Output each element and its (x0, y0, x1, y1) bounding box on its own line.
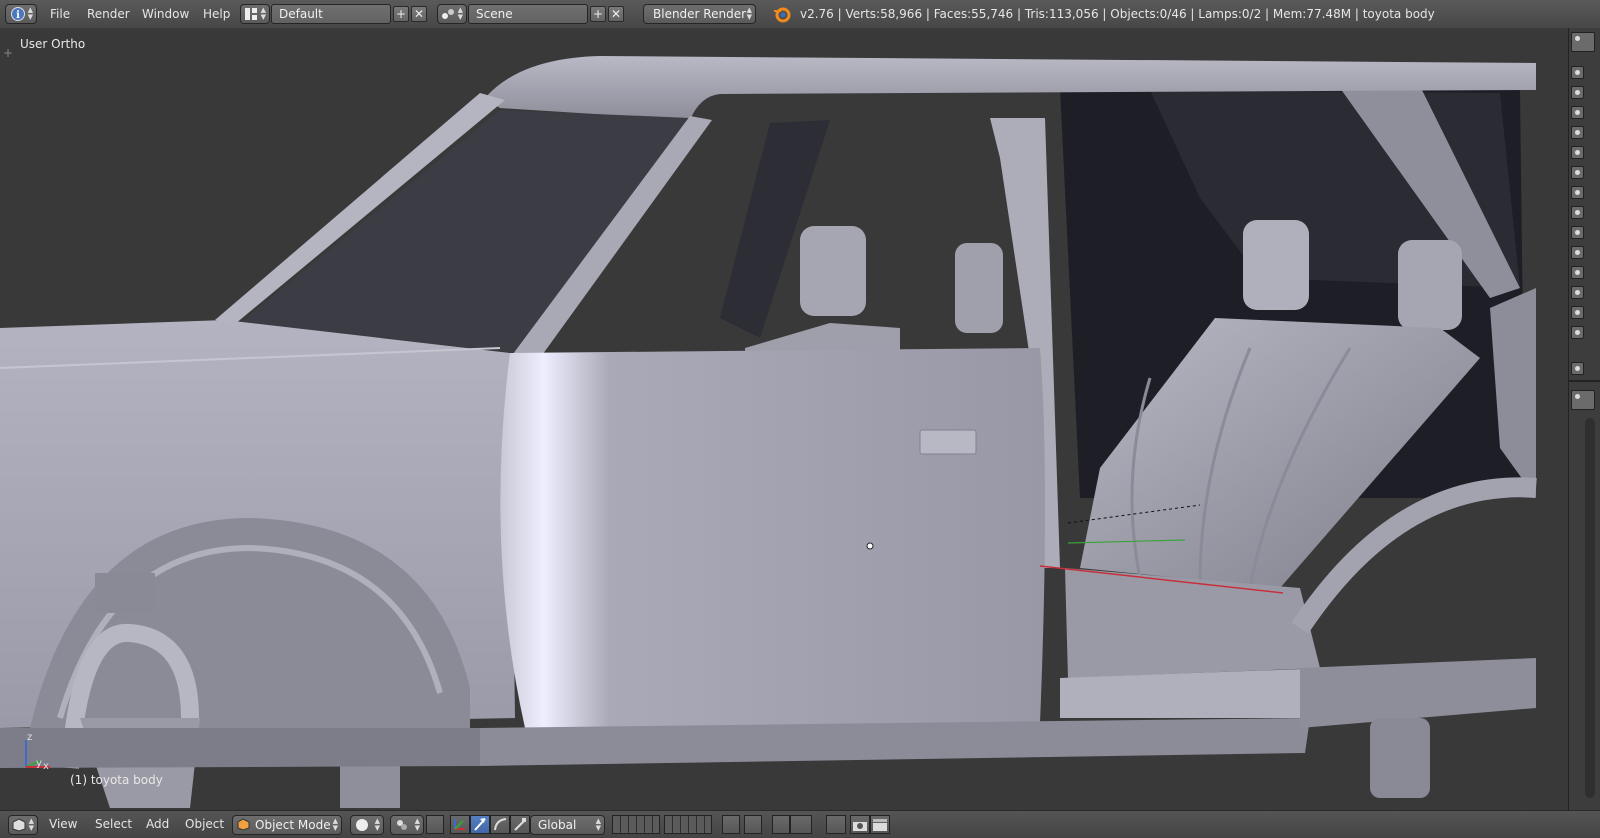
visibility-icon[interactable] (1571, 66, 1584, 79)
svg-text:i: i (16, 10, 20, 21)
manipulator-icon (454, 819, 465, 830)
close-icon: ✕ (413, 7, 425, 21)
blender-logo-icon (774, 7, 791, 23)
scale-icon (514, 818, 526, 831)
manipulator-toggle[interactable] (450, 815, 470, 834)
3d-viewport[interactable]: z y x User Ortho (1) toyota body + (0, 28, 1568, 810)
visibility-icon[interactable] (1571, 226, 1584, 239)
visibility-icon[interactable] (1571, 146, 1584, 159)
mode-select[interactable]: Object Mode ▲ ▼ (232, 815, 342, 835)
solid-sphere-icon (356, 819, 368, 831)
visibility-icon[interactable] (1571, 246, 1584, 259)
orientation-label: Global (538, 818, 577, 832)
axis-y-label: y (36, 758, 42, 769)
layer-buttons-1[interactable] (612, 815, 660, 834)
visibility-icon[interactable] (1571, 306, 1584, 319)
visibility-icon[interactable] (1571, 326, 1584, 339)
layout-name-field[interactable]: Default (271, 4, 391, 24)
pivot-point-select[interactable]: ▲ ▼ (390, 815, 424, 835)
render-engine-select[interactable]: Blender Render ▲ ▼ (643, 4, 756, 24)
translate-button[interactable] (470, 815, 490, 834)
visibility-icon[interactable] (1571, 86, 1584, 99)
visibility-icon[interactable] (1571, 266, 1584, 279)
add-layout-button[interactable]: + (393, 6, 409, 22)
pivot-icon (397, 820, 407, 830)
visibility-icon[interactable] (1571, 166, 1584, 179)
menu-help[interactable]: Help (203, 0, 230, 28)
menu-render[interactable]: Render (87, 0, 130, 28)
mode-label: Object Mode (255, 818, 331, 832)
visibility-icon[interactable] (1571, 126, 1584, 139)
transform-orientation-select[interactable]: Global ▲ ▼ (530, 815, 605, 835)
render-animation-button[interactable] (870, 815, 890, 834)
axis-x-label: x (43, 761, 49, 772)
view-label: User Ortho (20, 37, 86, 51)
manipulator-icon[interactable] (426, 815, 444, 834)
scale-button[interactable] (510, 815, 530, 834)
menu-view[interactable]: View (49, 811, 77, 838)
object-mode-cube-icon (237, 818, 250, 831)
viewport-shading-select[interactable]: ▲ ▼ (350, 815, 384, 835)
snap-element-select[interactable] (790, 815, 812, 834)
render-engine-label: Blender Render (653, 7, 747, 21)
scene-stats: v2.76 | Verts:58,966 | Faces:55,746 | Tr… (800, 7, 1435, 21)
snap-toggle-button[interactable] (772, 815, 790, 834)
menu-window[interactable]: Window (142, 0, 189, 28)
translate-arrow-icon (474, 818, 486, 831)
axis-z-label: z (27, 732, 32, 743)
layout-browse-button[interactable]: ▲ ▼ (240, 4, 270, 24)
region-expand-icon[interactable]: + (3, 46, 13, 60)
add-scene-button[interactable]: + (590, 6, 606, 22)
active-object-label: (1) toyota body (70, 773, 163, 787)
visibility-icon[interactable] (1571, 206, 1584, 219)
editor-type-button[interactable]: i ▲ ▼ (5, 4, 37, 24)
scene-icon (442, 9, 454, 19)
properties-scrollbar[interactable] (1585, 418, 1595, 798)
render-still-button[interactable] (850, 815, 870, 834)
info-header: i ▲ ▼ File Render Window Help ▲ ▼ Default … (0, 0, 1600, 29)
rotate-button[interactable] (490, 815, 510, 834)
close-icon: ✕ (610, 7, 622, 21)
car-model-render: z y x (0, 56, 1537, 808)
plus-icon: + (395, 7, 407, 21)
scene-browse-button[interactable]: ▲ ▼ (437, 4, 467, 24)
opengl-render-button[interactable] (826, 815, 846, 834)
3d-view-header: ▲ ▼ View Select Add Object Object Mode ▲ ▼… (0, 810, 1600, 838)
visibility-icon[interactable] (1571, 286, 1584, 299)
delete-layout-button[interactable]: ✕ (411, 6, 427, 22)
cube-icon (12, 818, 26, 832)
layout-grid-icon (245, 8, 257, 20)
menu-select[interactable]: Select (95, 811, 132, 838)
properties-editor-icon[interactable] (1571, 390, 1595, 410)
layer-lock-button[interactable] (722, 815, 740, 834)
visibility-icon[interactable] (1571, 362, 1584, 375)
outliner-properties-strip (1568, 28, 1600, 810)
menu-add[interactable]: Add (146, 811, 169, 838)
visibility-icon[interactable] (1571, 186, 1584, 199)
delete-scene-button[interactable]: ✕ (608, 6, 624, 22)
layer-buttons-2[interactable] (664, 815, 712, 834)
camera-icon (853, 822, 867, 831)
editor-type-button[interactable]: ▲ ▼ (8, 815, 38, 835)
outliner-editor-icon[interactable] (1571, 32, 1595, 52)
info-icon: i (11, 7, 25, 21)
proportional-edit-button[interactable] (744, 815, 762, 834)
scene-name-field[interactable]: Scene (468, 4, 588, 24)
clapperboard-icon (873, 819, 887, 831)
rotate-arc-icon (494, 818, 507, 831)
visibility-icon[interactable] (1571, 106, 1584, 119)
menu-object[interactable]: Object (185, 811, 224, 838)
menu-file[interactable]: File (50, 0, 70, 28)
plus-icon: + (592, 7, 604, 21)
